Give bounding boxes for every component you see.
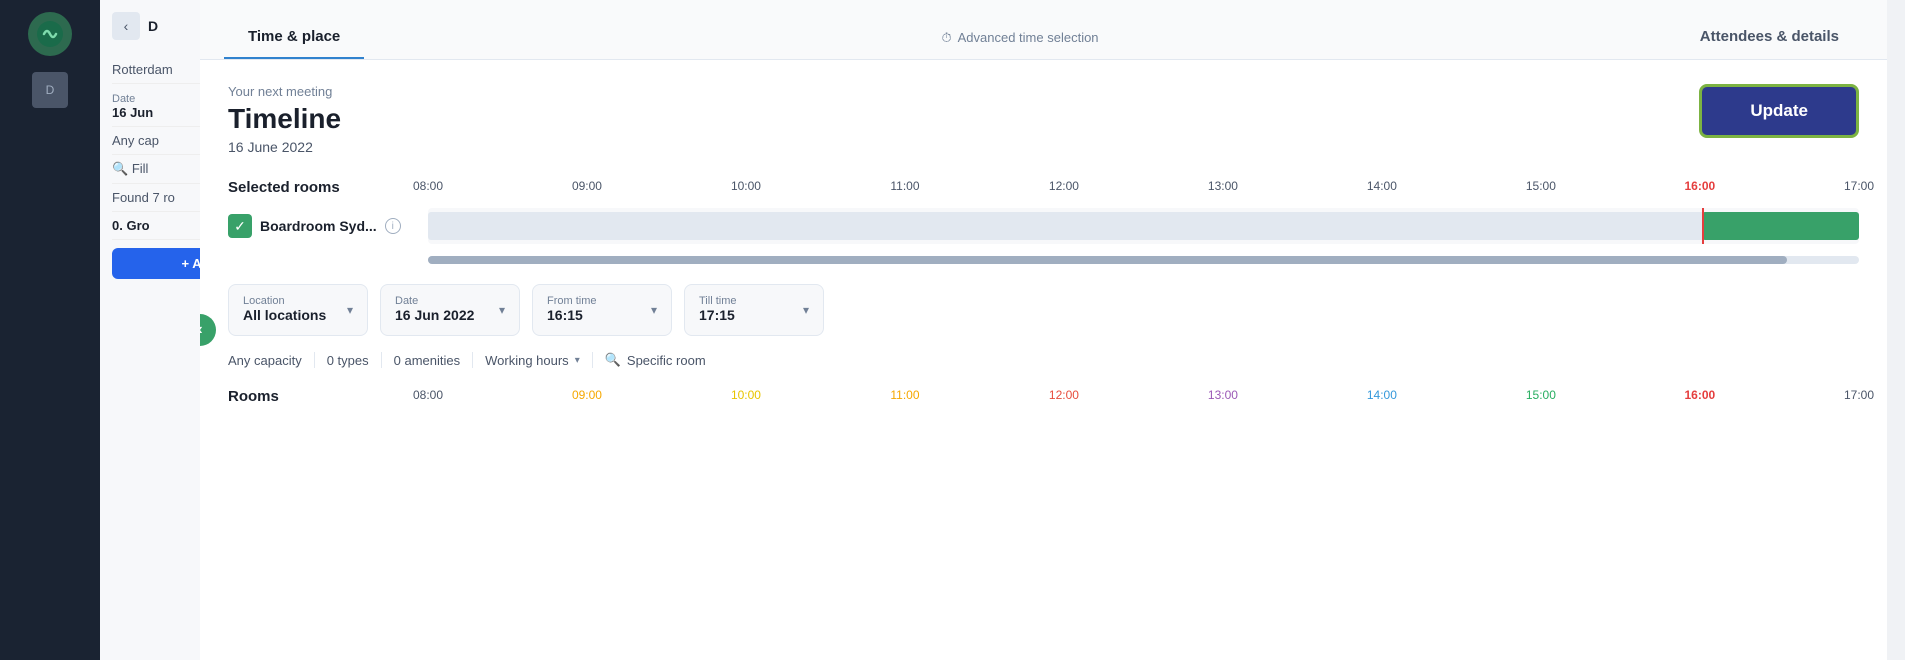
scrollbar-thumb[interactable]	[428, 256, 1787, 264]
timeline-hours-row: 08:00 09:00 10:00 11:00 12:00 13:00 14:0…	[428, 179, 1859, 203]
rooms-hour-12: 12:00	[1049, 388, 1079, 402]
rooms-hour-16: 16:00	[1685, 388, 1716, 402]
hour-15: 15:00	[1526, 179, 1556, 193]
working-hours-chevron-icon: ▾	[575, 355, 580, 366]
location-dropdown-content: Location All locations	[243, 295, 326, 325]
rooms-hour-09: 09:00	[572, 388, 602, 402]
scroll-track-spacer	[228, 252, 428, 264]
modal-title-row: Your next meeting Timeline 16 June 2022 …	[228, 84, 1859, 155]
tab-attendees-details[interactable]: Attendees & details	[1676, 16, 1863, 59]
update-button[interactable]: Update	[1699, 84, 1859, 138]
hour-08: 08:00	[413, 179, 443, 193]
room-checkbox[interactable]: ✓	[228, 214, 252, 238]
rooms-hour-13: 13:00	[1208, 388, 1238, 402]
room-row-boardroom: ✓ Boardroom Syd... i	[228, 208, 1859, 244]
modal: ‹ Time & place ⏱ Advanced time selection…	[200, 0, 1887, 660]
room-info-icon[interactable]: i	[385, 218, 401, 234]
till-time-dropdown[interactable]: Till time 17:15 ▾	[684, 284, 824, 336]
advanced-time-area: ⏱ Advanced time selection	[364, 30, 1676, 46]
sidebar-user-avatar[interactable]: D	[32, 72, 68, 108]
types-chip[interactable]: 0 types	[327, 353, 369, 368]
working-hours-chip[interactable]: Working hours ▾	[485, 353, 580, 368]
timeline-scroll-row	[228, 252, 1859, 264]
hour-16: 16:00	[1685, 179, 1716, 193]
capacity-chip[interactable]: Any capacity	[228, 353, 302, 368]
room-name: Boardroom Syd...	[260, 218, 377, 234]
back-nav-button[interactable]: ‹	[112, 12, 140, 40]
till-time-dropdown-content: Till time 17:15	[699, 295, 736, 325]
rooms-hour-08: 08:00	[413, 388, 443, 402]
sidebar: D	[0, 0, 100, 660]
room-timeline-bar	[428, 208, 1859, 244]
chip-divider-2	[381, 352, 382, 368]
background-content: ‹ D Rotterdam Date 16 Jun Any cap 🔍 Fill…	[100, 0, 1905, 660]
advanced-time-label[interactable]: Advanced time selection	[958, 30, 1099, 45]
hour-17: 17:00	[1844, 179, 1874, 193]
meeting-title: Timeline	[228, 103, 341, 135]
location-chevron-icon: ▾	[347, 303, 353, 317]
hour-10: 10:00	[731, 179, 761, 193]
search-icon: 🔍	[605, 352, 621, 368]
chip-divider-3	[472, 352, 473, 368]
hour-09: 09:00	[572, 179, 602, 193]
nav-label: D	[148, 18, 158, 34]
booked-bar	[1702, 212, 1859, 240]
filter-row: Location All locations ▾ Date 16 Jun 202…	[228, 284, 1859, 336]
hour-13: 13:00	[1208, 179, 1238, 193]
chip-divider-1	[314, 352, 315, 368]
rooms-hour-10: 10:00	[731, 388, 761, 402]
tab-time-place[interactable]: Time & place	[224, 16, 364, 59]
specific-room-chip[interactable]: 🔍 Specific room	[605, 352, 706, 368]
chips-row: Any capacity 0 types 0 amenities Working…	[228, 352, 1859, 368]
date-chevron-icon: ▾	[499, 303, 505, 317]
meeting-label: Your next meeting	[228, 84, 341, 99]
location-dropdown[interactable]: Location All locations ▾	[228, 284, 368, 336]
hour-12: 12:00	[1049, 179, 1079, 193]
rooms-hour-17: 17:00	[1844, 388, 1874, 402]
selected-rooms-section: Selected rooms 08:00 09:00 10:00 11:00 1…	[228, 179, 1859, 264]
rooms-hour-11: 11:00	[890, 388, 919, 402]
rooms-timeline-hours: 08:00 09:00 10:00 11:00 12:00 13:00 14:0…	[428, 388, 1859, 412]
selected-rooms-label: Selected rooms	[228, 179, 428, 208]
sidebar-user-label: D	[46, 83, 55, 97]
rooms-hour-15: 15:00	[1526, 388, 1556, 402]
modal-body: Your next meeting Timeline 16 June 2022 …	[200, 60, 1887, 660]
rooms-hour-14: 14:00	[1367, 388, 1397, 402]
sidebar-logo[interactable]	[28, 12, 72, 56]
hour-14: 14:00	[1367, 179, 1397, 193]
rooms-section: Rooms 08:00 09:00 10:00 11:00 12:00 13:0…	[228, 388, 1859, 417]
rooms-section-label-col: Rooms	[228, 388, 428, 417]
hour-11: 11:00	[890, 179, 919, 193]
amenities-chip[interactable]: 0 amenities	[394, 353, 460, 368]
modal-header: Time & place ⏱ Advanced time selection A…	[200, 0, 1887, 60]
current-time-line	[1702, 208, 1704, 244]
meeting-date: 16 June 2022	[228, 139, 341, 155]
timeline-scrollbar-area[interactable]	[428, 252, 1859, 264]
from-time-dropdown-content: From time 16:15	[547, 295, 597, 325]
from-time-dropdown[interactable]: From time 16:15 ▾	[532, 284, 672, 336]
date-dropdown-content: Date 16 Jun 2022	[395, 295, 474, 325]
room-info: ✓ Boardroom Syd... i	[228, 214, 428, 238]
free-bar	[428, 212, 1859, 240]
from-time-chevron-icon: ▾	[651, 303, 657, 317]
till-time-chevron-icon: ▾	[803, 303, 809, 317]
date-dropdown[interactable]: Date 16 Jun 2022 ▾	[380, 284, 520, 336]
meeting-info: Your next meeting Timeline 16 June 2022	[228, 84, 341, 155]
chip-divider-4	[592, 352, 593, 368]
